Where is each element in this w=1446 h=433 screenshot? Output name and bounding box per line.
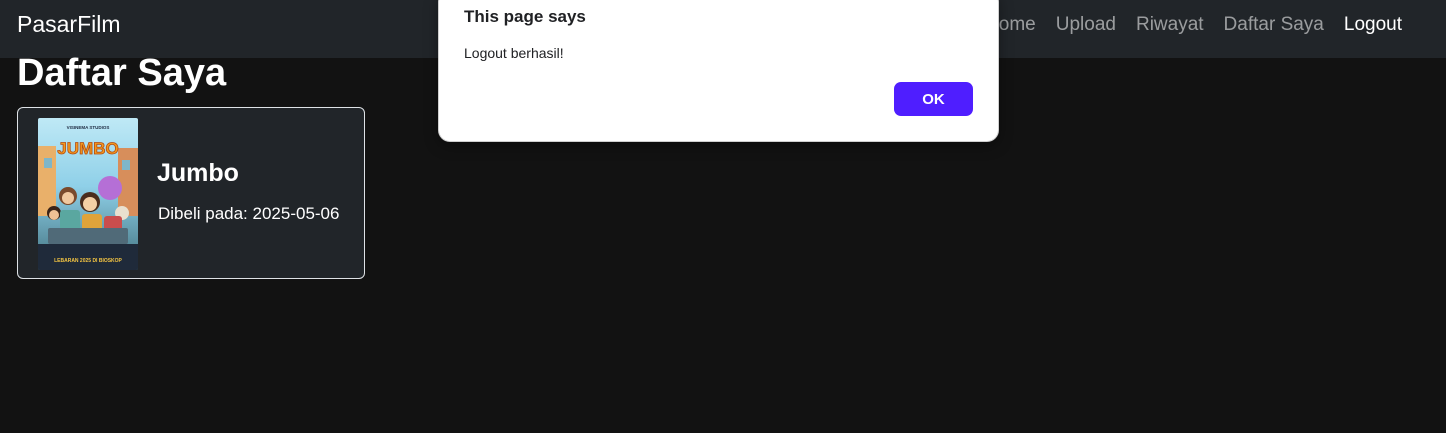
nav-link-riwayat[interactable]: Riwayat <box>1136 14 1204 36</box>
nav-links: Home Upload Riwayat Daftar Saya Logout <box>985 14 1402 36</box>
nav-link-upload[interactable]: Upload <box>1056 14 1116 36</box>
dialog-title: This page says <box>464 7 586 26</box>
movie-card: VISINEMA STUDIOS JUMBO LEBARAN 2025 DI B… <box>17 107 365 279</box>
page-title: Daftar Saya <box>17 52 227 94</box>
poster-title-text: JUMBO <box>57 139 118 158</box>
purchase-date: Dibeli pada: 2025-05-06 <box>158 204 340 223</box>
svg-text:VISINEMA STUDIOS: VISINEMA STUDIOS <box>67 125 110 130</box>
movie-title: Jumbo <box>157 159 239 187</box>
dialog-message: Logout berhasil! <box>464 45 564 61</box>
poster-footer-text: LEBARAN 2025 DI BIOSKOP <box>54 258 122 264</box>
ok-button[interactable]: OK <box>894 82 973 116</box>
nav-link-daftar-saya[interactable]: Daftar Saya <box>1224 14 1324 36</box>
movie-poster: VISINEMA STUDIOS JUMBO LEBARAN 2025 DI B… <box>38 118 138 270</box>
brand-logo[interactable]: PasarFilm <box>17 11 121 38</box>
nav-link-logout[interactable]: Logout <box>1344 14 1402 36</box>
alert-dialog: This page says Logout berhasil! OK <box>438 0 999 142</box>
